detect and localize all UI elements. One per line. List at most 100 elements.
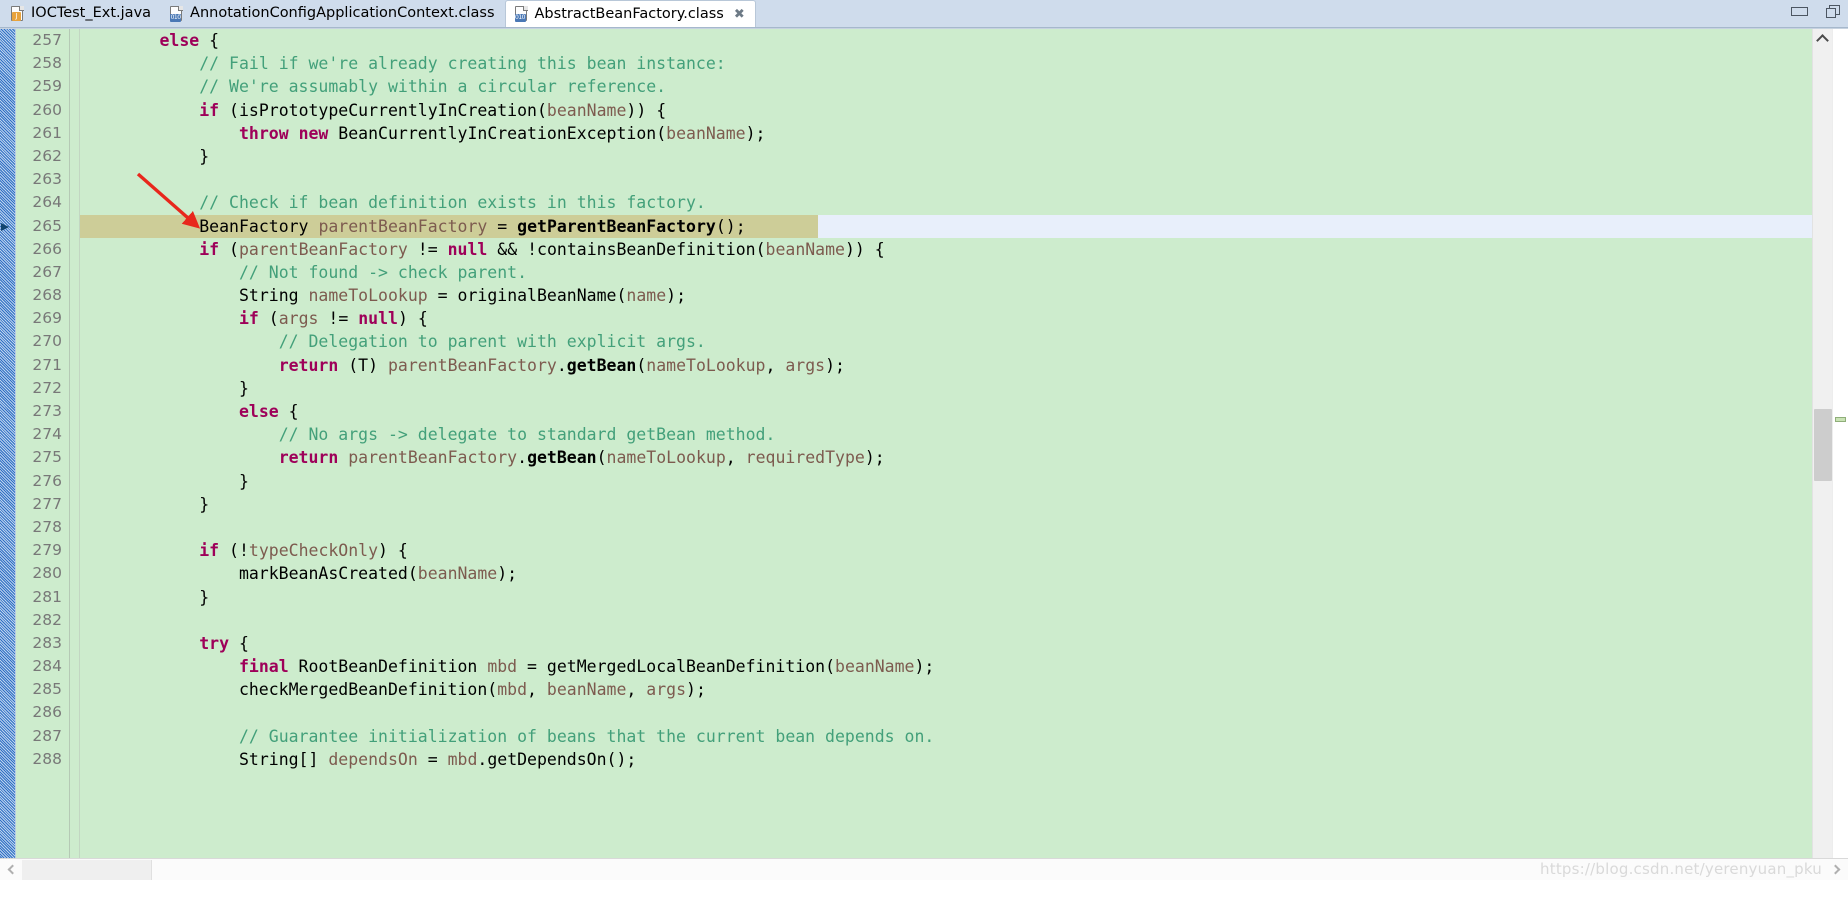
code-token-pln: ); xyxy=(666,286,687,306)
code-token-pln: } xyxy=(80,146,210,166)
code-line[interactable]: if (args != null) { xyxy=(80,307,1812,330)
code-line[interactable]: // Check if bean definition exists in th… xyxy=(80,191,1812,214)
scroll-left-button[interactable] xyxy=(0,859,22,881)
code-line-text: } xyxy=(80,472,249,491)
code-line[interactable]: } xyxy=(80,145,1812,168)
code-line[interactable]: return parentBeanFactory.getBean(nameToL… xyxy=(80,446,1812,469)
code-token-pln: && !containsBeanDefinition( xyxy=(487,239,766,259)
scroll-right-button[interactable] xyxy=(1826,859,1848,881)
code-token-kw: return xyxy=(278,355,339,375)
line-number: 284 xyxy=(32,657,62,676)
code-token-pln: RootBeanDefinition xyxy=(288,657,488,677)
annotation-ruler[interactable] xyxy=(0,29,16,880)
code-line[interactable] xyxy=(80,701,1812,724)
code-line[interactable]: } xyxy=(80,377,1812,400)
code-token-mth: getBean xyxy=(566,355,637,375)
code-line[interactable]: } xyxy=(80,493,1812,516)
overview-ruler[interactable] xyxy=(1832,29,1848,880)
editor-tab-2[interactable]: 010 AbstractBeanFactory.class ✖ xyxy=(504,0,756,27)
code-token-kw: throw xyxy=(238,123,289,143)
code-line-text: String[] dependsOn = mbd.getDependsOn(); xyxy=(80,750,636,769)
code-token-fld: beanName xyxy=(417,564,498,584)
code-line[interactable] xyxy=(80,609,1812,632)
code-token-kw: null xyxy=(447,239,488,259)
code-line[interactable]: } xyxy=(80,470,1812,493)
code-token-cmt: // Not found -> check parent. xyxy=(238,262,528,282)
code-line[interactable] xyxy=(80,168,1812,191)
code-line-text: return (T) parentBeanFactory.getBean(nam… xyxy=(80,356,845,375)
code-line[interactable]: else { xyxy=(80,400,1812,423)
editor-tab-bar: J IOCTest_Ext.java 010 AnnotationConfigAppl… xyxy=(0,0,1848,28)
maximize-restore-icon[interactable] xyxy=(1825,4,1842,19)
scroll-up-button[interactable] xyxy=(1813,29,1832,49)
code-token-loc: mbd xyxy=(497,680,528,700)
code-line[interactable]: throw new BeanCurrentlyInCreationExcepti… xyxy=(80,122,1812,145)
code-text-area[interactable]: else { // Fail if we're already creating… xyxy=(80,29,1812,880)
vertical-scrollbar-thumb[interactable] xyxy=(1814,409,1832,481)
code-line[interactable]: try { xyxy=(80,632,1812,655)
code-line[interactable]: if (isPrototypeCurrentlyInCreation(beanN… xyxy=(80,99,1812,122)
code-line[interactable]: // We're assumably within a circular ref… xyxy=(80,75,1812,98)
code-line[interactable]: final RootBeanDefinition mbd = getMerged… xyxy=(80,655,1812,678)
code-token-loc: parentBeanFactory xyxy=(348,448,518,468)
class-file-icon: 010 xyxy=(169,5,184,22)
code-line-text: BeanFactory parentBeanFactory = getParen… xyxy=(80,216,745,236)
code-token-pln xyxy=(338,448,348,467)
code-token-pln xyxy=(80,240,199,259)
code-line[interactable]: // Guarantee initialization of beans tha… xyxy=(80,725,1812,748)
code-token-pln: ); xyxy=(497,564,518,584)
code-token-mth: getBean xyxy=(527,448,597,468)
close-icon[interactable]: ✖ xyxy=(734,8,745,21)
code-token-pln: = xyxy=(417,749,448,769)
editor-tab-0[interactable]: J IOCTest_Ext.java xyxy=(2,0,162,27)
code-token-pln: ( xyxy=(219,239,239,259)
code-token-pln: (isPrototypeCurrentlyInCreation( xyxy=(219,100,547,120)
code-token-pln: ( xyxy=(636,355,647,375)
code-token-pln xyxy=(80,448,279,467)
code-line[interactable]: markBeanAsCreated(beanName); xyxy=(80,562,1812,585)
overview-ruler-mark[interactable] xyxy=(1835,417,1846,422)
code-line[interactable]: // Delegation to parent with explicit ar… xyxy=(80,330,1812,353)
code-token-pln: ) { xyxy=(397,309,428,329)
class-file-icon: 010 xyxy=(514,6,529,22)
code-line[interactable]: String nameToLookup = originalBeanName(n… xyxy=(80,284,1812,307)
code-token-loc: parentBeanFactory xyxy=(387,355,557,375)
code-line[interactable]: if (!typeCheckOnly) { xyxy=(80,539,1812,562)
minimize-icon[interactable] xyxy=(1790,4,1808,19)
code-line-current[interactable]: BeanFactory parentBeanFactory = getParen… xyxy=(80,214,1812,238)
code-token-pln: { xyxy=(229,633,249,653)
code-line-text: if (args != null) { xyxy=(80,309,428,328)
code-token-fld: beanName xyxy=(546,680,627,700)
code-line[interactable]: // No args -> delegate to standard getBe… xyxy=(80,423,1812,446)
code-folding-strip[interactable] xyxy=(70,29,80,880)
code-token-pln xyxy=(80,425,279,444)
code-line[interactable]: else { xyxy=(80,29,1812,52)
code-token-pln: , xyxy=(527,680,547,700)
code-token-pln: ); xyxy=(745,123,766,143)
code-line[interactable]: if (parentBeanFactory != null && !contai… xyxy=(80,238,1812,261)
code-token-pln: } xyxy=(80,471,249,491)
code-line-text: // We're assumably within a circular ref… xyxy=(80,77,666,96)
line-number: 287 xyxy=(32,726,62,745)
code-line[interactable]: } xyxy=(80,586,1812,609)
horizontal-scrollbar-thumb[interactable] xyxy=(22,859,152,880)
editor-tab-1[interactable]: 010 AnnotationConfigApplicationContext.cl… xyxy=(161,0,505,27)
code-token-pln xyxy=(80,217,199,236)
code-token-pln: . xyxy=(556,355,567,375)
code-token-loc: dependsOn xyxy=(328,749,418,769)
vertical-scrollbar[interactable] xyxy=(1812,29,1832,880)
code-line[interactable]: // Not found -> check parent. xyxy=(80,261,1812,284)
chevron-left-icon xyxy=(7,864,18,875)
line-number: 273 xyxy=(32,402,62,420)
code-line[interactable]: String[] dependsOn = mbd.getDependsOn(); xyxy=(80,748,1812,771)
code-line[interactable]: checkMergedBeanDefinition(mbd, beanName,… xyxy=(80,678,1812,701)
breakpoint-marker-icon[interactable] xyxy=(1,221,14,232)
code-token-pln xyxy=(80,31,159,50)
code-line[interactable] xyxy=(80,516,1812,539)
code-token-pln: , xyxy=(725,448,746,468)
code-token-loc: parentBeanFactory xyxy=(318,216,488,236)
code-token-pln: String[] xyxy=(238,749,329,769)
code-line[interactable]: return (T) parentBeanFactory.getBean(nam… xyxy=(80,354,1812,377)
code-line[interactable]: // Fail if we're already creating this b… xyxy=(80,52,1812,75)
code-token-pln xyxy=(80,634,199,653)
